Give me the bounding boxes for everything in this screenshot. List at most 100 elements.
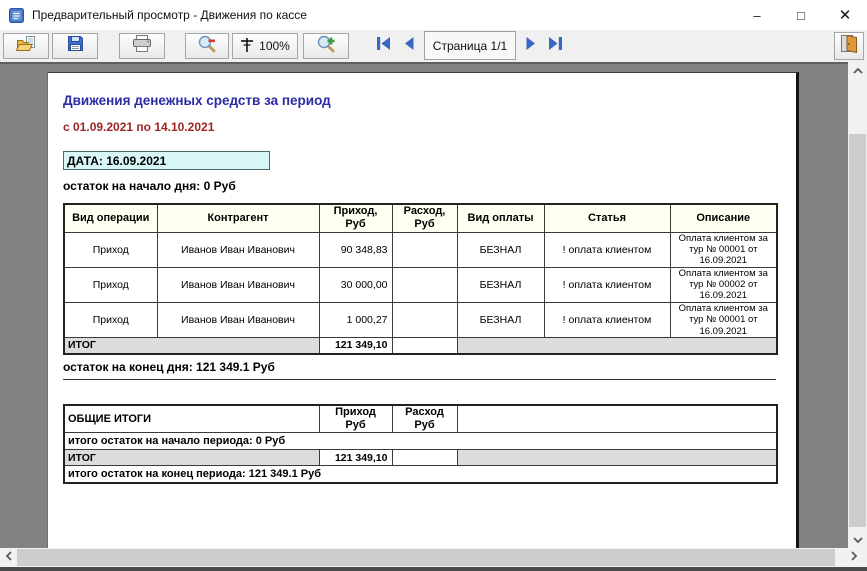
- header-payment-type: Вид оплаты: [457, 204, 544, 232]
- summary-header-income: Приход Руб: [319, 405, 392, 433]
- header-operation: Вид операции: [64, 204, 157, 232]
- cell-expense: [392, 232, 457, 267]
- scroll-right-button[interactable]: [845, 548, 862, 567]
- report-title: Движения денежных средств за период: [63, 93, 776, 109]
- header-description: Описание: [670, 204, 777, 232]
- last-page-icon: [548, 37, 563, 55]
- total-expense: [392, 338, 457, 354]
- cell-operation: Приход: [64, 302, 157, 337]
- header-income: Приход, Руб: [319, 204, 392, 232]
- total-row: ИТОГ 121 349,10: [64, 338, 777, 354]
- report-period: с 01.09.2021 по 14.10.2021: [63, 120, 776, 134]
- header-expense: Расход, Руб: [392, 204, 457, 232]
- vertical-scrollbar[interactable]: [848, 62, 867, 548]
- cell-description: Оплата клиентом за тур № 00002 от 16.09.…: [670, 267, 777, 302]
- summary-total-expense: [392, 450, 457, 466]
- zoom-in-button[interactable]: [303, 33, 349, 59]
- next-page-icon: [525, 37, 537, 55]
- summary-header-expense: Расход Руб: [392, 405, 457, 433]
- chevron-down-icon: [852, 531, 864, 549]
- exit-door-icon: [839, 34, 859, 58]
- chevron-left-icon: [5, 549, 13, 567]
- toolbar: 100%: [0, 30, 867, 62]
- last-page-button[interactable]: [544, 35, 566, 57]
- cell-expense: [392, 302, 457, 337]
- report-body: Движения денежных средств за период с 01…: [48, 73, 776, 484]
- chevron-up-icon: [852, 62, 864, 80]
- chevron-right-icon: [850, 549, 858, 567]
- cell-contragent: Иванов Иван Иванович: [157, 267, 319, 302]
- header-contragent: Контрагент: [157, 204, 319, 232]
- summary-total-label: ИТОГ: [64, 450, 319, 466]
- open-folder-icon: [16, 36, 36, 57]
- summary-closing-row: итого остаток на конец периода: 121 349.…: [64, 466, 777, 483]
- summary-total-row: ИТОГ 121 349,10: [64, 450, 777, 466]
- page-indicator[interactable]: Страница 1/1: [424, 31, 516, 60]
- opening-balance: остаток на начало дня: 0 Руб: [63, 179, 776, 193]
- open-button[interactable]: [3, 33, 49, 59]
- table-row: Приход Иванов Иван Иванович 1 000,27 БЕЗ…: [64, 302, 777, 337]
- movements-table: Вид операции Контрагент Приход, Руб Расх…: [63, 203, 778, 355]
- summary-header-row: ОБЩИЕ ИТОГИ Приход Руб Расход Руб: [64, 405, 777, 433]
- summary-total-filler: [457, 450, 777, 466]
- summary-opening-row: итого остаток на начало периода: 0 Руб: [64, 433, 777, 450]
- app-icon: [9, 8, 24, 23]
- scale-ruler-icon: [240, 37, 254, 56]
- scroll-down-button[interactable]: [848, 531, 867, 548]
- previous-page-button[interactable]: [398, 35, 420, 57]
- table-row: Приход Иванов Иван Иванович 30 000,00 БЕ…: [64, 267, 777, 302]
- print-button[interactable]: [119, 33, 165, 59]
- cell-operation: Приход: [64, 232, 157, 267]
- preview-window: Предварительный просмотр - Движения по к…: [0, 0, 867, 571]
- first-page-icon: [376, 37, 391, 55]
- save-floppy-icon: [67, 35, 84, 57]
- window-title: Предварительный просмотр - Движения по к…: [32, 8, 307, 22]
- zoom-out-icon: [198, 35, 217, 58]
- header-article: Статья: [544, 204, 670, 232]
- save-button[interactable]: [52, 33, 98, 59]
- cell-income: 1 000,27: [319, 302, 392, 337]
- scroll-up-button[interactable]: [848, 62, 867, 79]
- cell-article: ! оплата клиентом: [544, 302, 670, 337]
- cell-payment: БЕЗНАЛ: [457, 267, 544, 302]
- horizontal-scroll-thumb[interactable]: [17, 549, 835, 566]
- first-page-button[interactable]: [372, 35, 394, 57]
- total-filler: [457, 338, 777, 354]
- minimize-button[interactable]: –: [735, 0, 779, 30]
- scroll-left-button[interactable]: [0, 548, 17, 567]
- close-button[interactable]: ✕: [823, 0, 867, 30]
- summary-table: ОБЩИЕ ИТОГИ Приход Руб Расход Руб итого …: [63, 404, 778, 484]
- next-page-button[interactable]: [520, 35, 542, 57]
- cell-operation: Приход: [64, 267, 157, 302]
- preview-area: Движения денежных средств за период с 01…: [0, 62, 848, 548]
- summary-closing-total: итого остаток на конец периода: 121 349.…: [64, 466, 777, 483]
- titlebar: Предварительный просмотр - Движения по к…: [0, 0, 867, 30]
- report-page: Движения денежных средств за период с 01…: [47, 72, 799, 548]
- printer-icon: [132, 35, 152, 57]
- previous-page-icon: [403, 37, 415, 55]
- maximize-button[interactable]: □: [779, 0, 823, 30]
- table-row: Приход Иванов Иван Иванович 90 348,83 БЕ…: [64, 232, 777, 267]
- summary-total-income: 121 349,10: [319, 450, 392, 466]
- cell-payment: БЕЗНАЛ: [457, 302, 544, 337]
- zoom-out-button[interactable]: [185, 33, 229, 59]
- table-header-row: Вид операции Контрагент Приход, Руб Расх…: [64, 204, 777, 232]
- cell-payment: БЕЗНАЛ: [457, 232, 544, 267]
- total-label: ИТОГ: [64, 338, 319, 354]
- cell-contragent: Иванов Иван Иванович: [157, 232, 319, 267]
- zoom-level-value: 100%: [259, 39, 290, 53]
- cell-article: ! оплата клиентом: [544, 267, 670, 302]
- window-controls: – □ ✕: [735, 0, 867, 30]
- cell-description: Оплата клиентом за тур № 00001 от 16.09.…: [670, 232, 777, 267]
- vertical-scroll-thumb[interactable]: [849, 134, 866, 527]
- summary-header-filler: [457, 405, 777, 433]
- closing-balance: остаток на конец дня: 121 349.1 Руб: [63, 360, 776, 380]
- cell-expense: [392, 267, 457, 302]
- horizontal-scrollbar[interactable]: [0, 548, 867, 567]
- zoom-in-icon: [317, 35, 336, 58]
- cell-income: 30 000,00: [319, 267, 392, 302]
- exit-preview-button[interactable]: [834, 32, 864, 60]
- cell-income: 90 348,83: [319, 232, 392, 267]
- summary-opening-total: итого остаток на начало периода: 0 Руб: [64, 433, 777, 450]
- zoom-level-control[interactable]: 100%: [232, 33, 298, 59]
